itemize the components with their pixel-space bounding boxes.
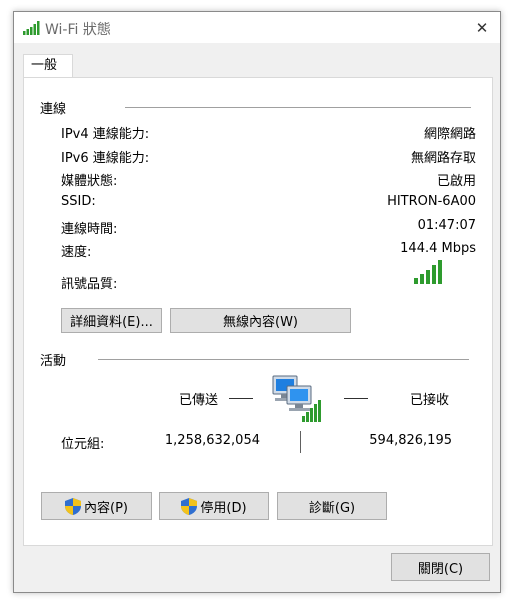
window-title: Wi-Fi 狀態: [45, 22, 111, 38]
wifi-signal-icon: [23, 21, 40, 35]
uac-shield-icon: [65, 497, 81, 515]
connection-section-divider: [125, 107, 471, 108]
ipv4-label: IPv4 連線能力:: [61, 127, 150, 142]
title-bar: Wi-Fi 狀態 ✕: [14, 12, 500, 43]
signal-bar-5: [438, 260, 442, 284]
speed-value: 144.4 Mbps: [400, 241, 476, 256]
signal-bar-3: [426, 270, 430, 284]
ipv4-value: 網際網路: [423, 127, 476, 142]
properties-button[interactable]: 內容(P): [41, 492, 152, 520]
bytes-received-value: 594,826,195: [369, 433, 452, 448]
received-connector-line: [344, 398, 368, 399]
bytes-divider: [300, 431, 301, 453]
tab-general[interactable]: 一般: [23, 54, 73, 77]
signal-quality-label: 訊號品質:: [61, 277, 118, 292]
ssid-value: HITRON-6A00: [387, 194, 476, 209]
wireless-properties-button[interactable]: 無線內容(W): [170, 308, 351, 333]
bytes-sent-value: 1,258,632,054: [164, 433, 260, 448]
media-state-value: 已啟用: [436, 174, 476, 189]
connection-section-header: 連線: [40, 102, 67, 117]
close-window-button[interactable]: ✕: [464, 12, 500, 43]
duration-label: 連線時間:: [61, 222, 118, 237]
duration-value: 01:47:07: [417, 218, 476, 233]
network-computers-icon: [272, 375, 321, 422]
diagnose-button[interactable]: 診斷(G): [277, 492, 387, 520]
signal-bar-2: [420, 274, 424, 284]
general-tab-panel: 連線 IPv4 連線能力: 網際網路 IPv6 連線能力: 無網路存取 媒體狀態…: [23, 77, 493, 546]
received-label: 已接收: [410, 393, 450, 408]
disable-button-label: 停用(D): [200, 500, 247, 516]
uac-shield-icon: [181, 497, 198, 515]
signal-bar-1: [414, 278, 418, 284]
signal-quality-bars-icon: [414, 260, 442, 284]
activity-section-header: 活動: [40, 354, 67, 369]
wifi-status-window: Wi-Fi 狀態 ✕ 一般 連線 IPv4 連線能力: 網際網路 IPv6 連線…: [13, 11, 501, 593]
close-button[interactable]: 關閉(C): [391, 553, 490, 581]
ssid-label: SSID:: [61, 194, 96, 209]
sent-connector-line: [229, 398, 253, 399]
speed-label: 速度:: [61, 245, 92, 260]
properties-button-label: 內容(P): [84, 500, 128, 516]
bytes-label: 位元組:: [61, 437, 105, 452]
activity-section-divider: [98, 359, 469, 360]
sent-label: 已傳送: [179, 393, 219, 408]
ipv6-label: IPv6 連線能力:: [61, 151, 150, 166]
ipv6-value: 無網路存取: [410, 151, 476, 166]
close-icon: ✕: [475, 18, 489, 37]
details-button[interactable]: 詳細資料(E)...: [61, 308, 162, 333]
signal-bar-4: [432, 265, 436, 284]
disable-button[interactable]: 停用(D): [159, 492, 269, 520]
media-state-label: 媒體狀態:: [61, 174, 118, 189]
